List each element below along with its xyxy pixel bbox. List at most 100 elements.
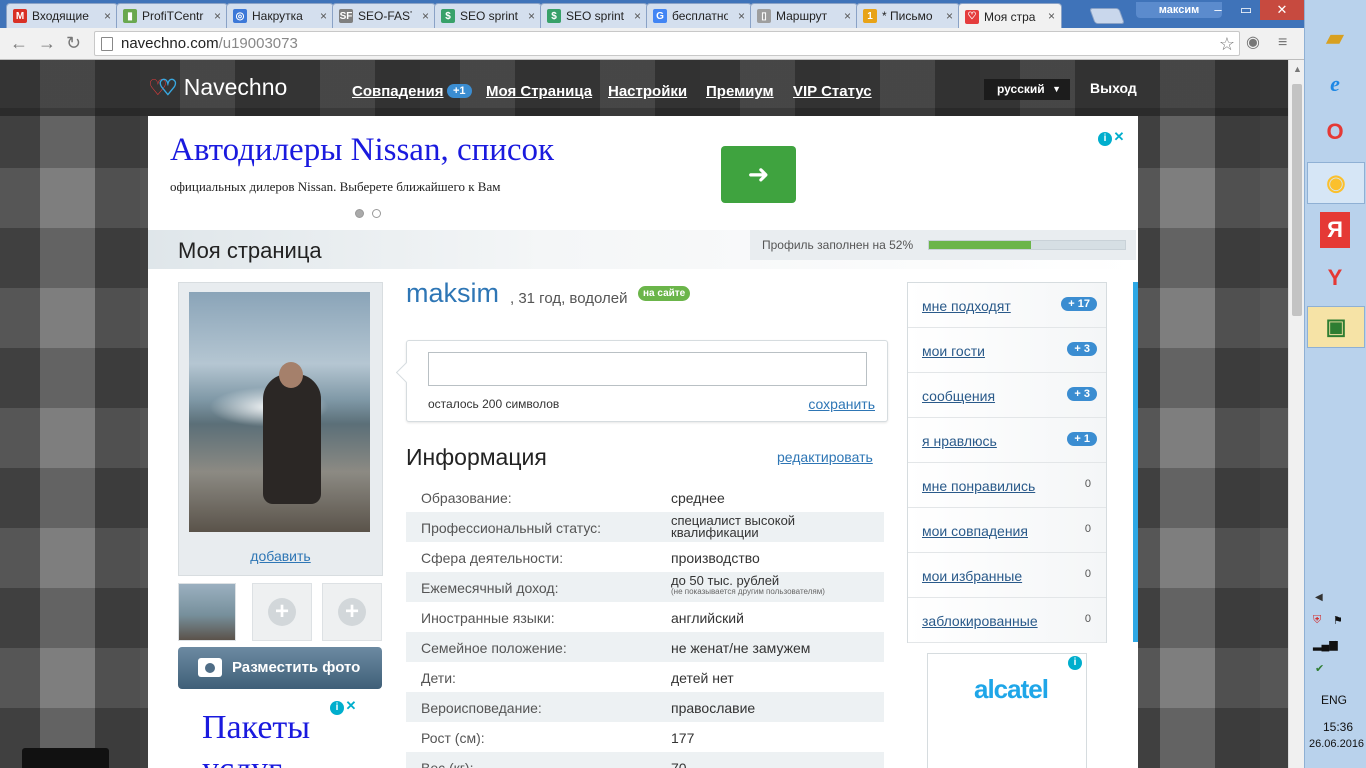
side-menu-label[interactable]: мои совпадения: [922, 523, 1028, 539]
side-menu-label[interactable]: сообщения: [922, 388, 995, 404]
tab-close-icon[interactable]: ×: [320, 9, 327, 23]
left-ad[interactable]: Пакеты услуг i✕: [178, 699, 368, 768]
tab-close-icon[interactable]: ×: [528, 9, 535, 23]
top-ad-banner[interactable]: Автодилеры Nissan, список официальных ди…: [148, 116, 1138, 230]
clock-date[interactable]: 26.06.2016: [1309, 738, 1364, 750]
side-menu-item[interactable]: мои совпадения 0: [908, 508, 1106, 553]
tab-close-icon[interactable]: ×: [1048, 9, 1055, 23]
yandex-icon[interactable]: Я: [1320, 212, 1350, 248]
tray-expand-icon[interactable]: ◀: [1315, 592, 1323, 603]
ad-carousel-dots[interactable]: [355, 206, 389, 221]
yandex-browser-icon[interactable]: Y: [1314, 260, 1356, 296]
chrome-icon[interactable]: ◉: [1307, 162, 1365, 204]
status-input[interactable]: [428, 352, 867, 386]
maximize-button[interactable]: ▭: [1232, 0, 1260, 20]
reload-icon[interactable]: ↻: [66, 33, 81, 53]
carousel-dot[interactable]: [372, 209, 381, 218]
minimize-button[interactable]: –: [1204, 0, 1232, 20]
photo-thumbnail[interactable]: [178, 583, 236, 641]
info-icon[interactable]: i: [1068, 656, 1082, 670]
browser-tab[interactable]: SF SEO-FAST ×: [332, 3, 436, 28]
browser-tab[interactable]: ◎ Накрутка ×: [226, 3, 334, 28]
browser-tab[interactable]: ♡ Моя стра ×: [958, 3, 1062, 29]
tab-close-icon[interactable]: ×: [844, 9, 851, 23]
folder-icon[interactable]: ▰: [1314, 20, 1356, 56]
back-icon[interactable]: ←: [10, 33, 28, 53]
scroll-up-icon[interactable]: ▲: [1293, 64, 1302, 74]
empty-photo-slot[interactable]: +: [322, 583, 382, 641]
browser-tab[interactable]: 1 * Письмо ×: [856, 3, 960, 28]
browser-tab[interactable]: $ SEO sprint ×: [540, 3, 648, 28]
close-icon[interactable]: ✕: [1112, 130, 1126, 144]
side-menu-label[interactable]: мне подходят: [922, 298, 1011, 314]
scrollbar-thumb[interactable]: [1292, 84, 1302, 316]
tab-close-icon[interactable]: ×: [946, 9, 953, 23]
browser-tab[interactable]: M Входящие ×: [6, 3, 118, 28]
side-menu-item[interactable]: мне подходят + 17: [908, 283, 1106, 328]
nav-matches[interactable]: Совпадения: [352, 83, 444, 100]
input-language[interactable]: ENG: [1321, 693, 1347, 707]
chat-tab[interactable]: [22, 748, 109, 768]
ad-arrow-button[interactable]: ➜: [721, 146, 796, 203]
internet-explorer-icon[interactable]: e: [1314, 66, 1356, 102]
tab-close-icon[interactable]: ×: [634, 9, 641, 23]
side-menu-label[interactable]: я нравлюсь: [922, 433, 997, 449]
nav-premium[interactable]: Премиум: [706, 83, 774, 100]
ad-choices[interactable]: i ✕: [330, 699, 358, 715]
add-photo-link[interactable]: добавить: [179, 548, 382, 564]
menu-icon[interactable]: ≡: [1278, 33, 1287, 53]
bookmark-star-icon[interactable]: ☆: [1219, 33, 1235, 56]
chars-left: осталось 200 символов: [428, 397, 560, 411]
logout-link[interactable]: Выход: [1090, 80, 1137, 96]
close-icon[interactable]: ✕: [344, 699, 358, 713]
edit-info-link[interactable]: редактировать: [777, 449, 873, 465]
side-menu-item[interactable]: мне понравились 0: [908, 463, 1106, 508]
window-icon[interactable]: ▣: [1307, 306, 1365, 348]
side-menu-label[interactable]: мои избранные: [922, 568, 1022, 584]
online-badge: на сайте: [638, 286, 691, 301]
network-tray-icon[interactable]: ✔: [1315, 662, 1324, 675]
extension-icon[interactable]: ◉: [1246, 33, 1260, 53]
info-icon[interactable]: i: [330, 701, 344, 715]
forward-icon[interactable]: →: [38, 33, 56, 53]
tab-close-icon[interactable]: ×: [104, 9, 111, 23]
empty-photo-slot[interactable]: +: [252, 583, 312, 641]
upload-photo-button[interactable]: Разместить фото: [178, 647, 382, 689]
language-select[interactable]: русский ▼: [984, 79, 1070, 100]
tab-close-icon[interactable]: ×: [422, 9, 429, 23]
antivirus-tray-icon[interactable]: ⛨: [1313, 614, 1321, 627]
browser-tab[interactable]: Gбесплатно ×: [646, 3, 752, 28]
side-menu-label[interactable]: заблокированные: [922, 613, 1038, 629]
ad-title[interactable]: Автодилеры Nissan, список: [170, 132, 554, 169]
profile-photo[interactable]: [189, 292, 370, 532]
side-menu-item[interactable]: заблокированные 0: [908, 598, 1106, 643]
side-menu-label[interactable]: мои гости: [922, 343, 985, 359]
side-menu-item[interactable]: я нравлюсь + 1: [908, 418, 1106, 463]
address-bar[interactable]: navechno.com/u19003073 ☆: [94, 31, 1240, 56]
info-icon[interactable]: i: [1098, 132, 1112, 146]
browser-tab[interactable]: $ SEO sprint ×: [434, 3, 542, 28]
browser-tab[interactable]: ▮ ProfiTCentr ×: [116, 3, 228, 28]
tab-close-icon[interactable]: ×: [214, 9, 221, 23]
carousel-dot[interactable]: [355, 209, 364, 218]
side-menu-item[interactable]: мои избранные 0: [908, 553, 1106, 598]
flag-tray-icon[interactable]: ⚑: [1333, 614, 1343, 627]
ad-choices[interactable]: i ✕: [1098, 130, 1126, 146]
side-ad[interactable]: i alcatel: [927, 653, 1087, 768]
opera-icon[interactable]: O: [1314, 114, 1356, 150]
site-logo[interactable]: ♡ ♡ Navechno: [148, 74, 287, 101]
new-tab-button[interactable]: [1089, 8, 1125, 24]
volume-tray-icon[interactable]: ♪: [1333, 638, 1339, 650]
browser-tab[interactable]: ▯ Маршрут ×: [750, 3, 858, 28]
close-window-button[interactable]: ✕: [1260, 0, 1304, 20]
nav-my-page[interactable]: Моя Страница: [486, 83, 592, 100]
side-menu-item[interactable]: сообщения + 3: [908, 373, 1106, 418]
save-status-link[interactable]: сохранить: [808, 396, 875, 412]
clock-time[interactable]: 15:36: [1323, 720, 1353, 734]
page-scrollbar[interactable]: ▲: [1288, 60, 1304, 768]
nav-vip[interactable]: VIP Статус: [793, 83, 872, 100]
nav-settings[interactable]: Настройки: [608, 83, 687, 100]
side-menu-item[interactable]: мои гости + 3: [908, 328, 1106, 373]
side-menu-label[interactable]: мне понравились: [922, 478, 1035, 494]
tab-close-icon[interactable]: ×: [738, 9, 745, 23]
